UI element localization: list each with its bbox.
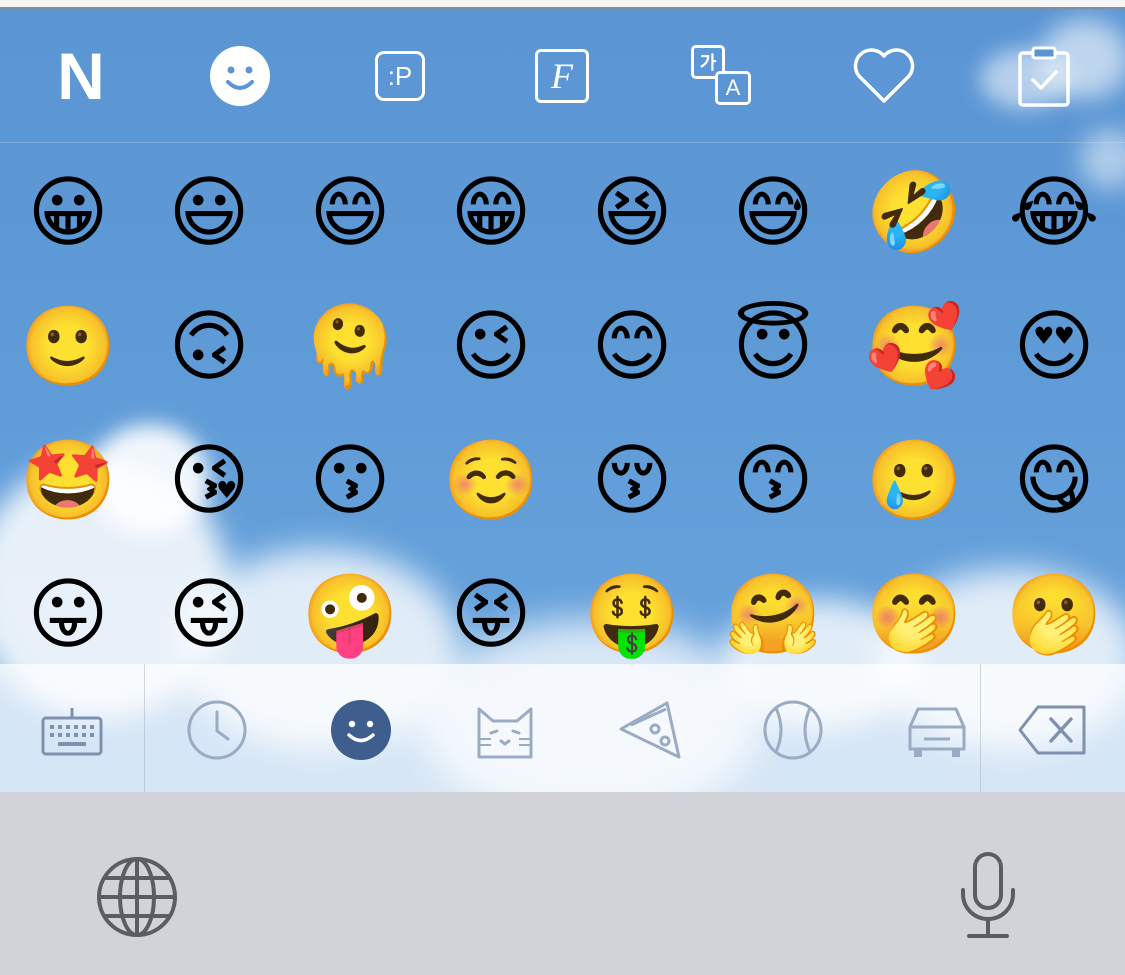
emoticon-label: :P [387, 60, 413, 91]
emoji-squinting[interactable]: 😆 [582, 163, 682, 263]
emoji-blush[interactable]: 😊 [582, 297, 682, 397]
font-label: F [551, 56, 573, 96]
emoji-wink-tongue[interactable]: 😜 [159, 565, 259, 665]
emoticon-icon: :P [375, 51, 425, 101]
category-recent[interactable] [182, 698, 252, 762]
globe-icon [97, 857, 177, 937]
translate-en-label: A [725, 75, 741, 100]
emoji-heart-eyes[interactable]: 😍 [1004, 297, 1104, 397]
emoji-rofl[interactable]: 🤣 [864, 163, 964, 263]
emoji-kissing-smiling-eyes[interactable]: 😙 [723, 431, 823, 531]
baseball-icon [763, 700, 823, 760]
globe-button[interactable] [92, 852, 182, 942]
emoji-hand-over-mouth[interactable]: 🤭 [864, 565, 964, 665]
emoji-star-struck[interactable]: 🤩 [18, 431, 118, 531]
category-divider-left [144, 664, 145, 792]
naver-logo: N [57, 39, 105, 113]
emoji-yum[interactable]: 😋 [1004, 431, 1104, 531]
car-icon [908, 707, 966, 757]
emoji-sweat-smile[interactable]: 😅 [723, 163, 823, 263]
font-mode-button[interactable]: F [528, 42, 596, 110]
translate-en-box: A [715, 71, 751, 105]
emoji-slight-smile[interactable]: 🙂 [18, 297, 118, 397]
translate-button[interactable]: 가 A [688, 42, 756, 110]
emoji-melting[interactable]: 🫠 [300, 297, 400, 397]
emoticon-mode-button[interactable]: :P [366, 42, 434, 110]
emoji-kissing[interactable]: 😗 [300, 431, 400, 531]
top-border [0, 0, 1125, 9]
emoji-kissing-heart[interactable]: 😘 [159, 431, 259, 531]
category-divider-right [980, 664, 981, 792]
emoji-hugging[interactable]: 🤗 [723, 565, 823, 665]
emoji-squint-tongue[interactable]: 😝 [441, 565, 541, 665]
clipboard-button[interactable] [1010, 42, 1078, 110]
category-smileys[interactable] [326, 698, 396, 762]
emoji-joy[interactable]: 😂 [1004, 163, 1104, 263]
emoji-grid: 😀 😃 😄 😁 😆 😅 🤣 😂 🙂 🙃 🫠 😉 😊 😇 🥰 😍 🤩 😘 😗 ☺️… [0, 143, 1125, 664]
emoji-upside-down[interactable]: 🙃 [159, 297, 259, 397]
emoji-grinning-big-eyes[interactable]: 😃 [159, 163, 259, 263]
emoji-relaxed[interactable]: ☺️ [441, 431, 541, 531]
emoji-open-eyes-hand-over-mouth[interactable]: 🫢 [1004, 565, 1104, 665]
emoji-beaming[interactable]: 😁 [441, 163, 541, 263]
delete-button[interactable] [1018, 698, 1088, 762]
emoji-keyboard: N :P F 가 A 😀 😃 😄 😁 😆 😅 🤣 😂 🙂 🙃 🫠 😉 😊 😇 🥰… [0, 0, 1125, 975]
emoji-wink[interactable]: 😉 [441, 297, 541, 397]
emoji-mode-button[interactable] [206, 42, 274, 110]
cat-icon [477, 707, 533, 759]
top-toolbar: N :P F 가 A [0, 9, 1125, 143]
emoji-smiling-hearts[interactable]: 🥰 [864, 297, 964, 397]
category-food[interactable] [614, 698, 684, 762]
emoji-tongue[interactable]: 😛 [18, 565, 118, 665]
smiley-selected-icon [331, 700, 391, 760]
emoji-money-mouth[interactable]: 🤑 [582, 565, 682, 665]
emoji-innocent[interactable]: 😇 [723, 297, 823, 397]
category-travel[interactable] [902, 698, 972, 762]
pizza-icon [619, 701, 681, 759]
emoji-zany[interactable]: 🤪 [300, 565, 400, 665]
emoji-smiling-tear[interactable]: 🥲 [864, 431, 964, 531]
translate-ko-label: 가 [699, 53, 717, 74]
translate-icon: 가 A [691, 45, 753, 107]
microphone-icon [961, 852, 1015, 938]
font-icon: F [535, 49, 589, 103]
category-activity[interactable] [758, 698, 828, 762]
system-bar [0, 792, 1125, 975]
clipboard-icon [1018, 46, 1070, 107]
category-bar [0, 664, 1125, 792]
backspace-icon [1018, 705, 1086, 755]
keyboard-icon [41, 708, 103, 756]
emoji-grinning-smiling-eyes[interactable]: 😄 [300, 163, 400, 263]
category-animals[interactable] [470, 698, 540, 762]
favorites-button[interactable] [850, 42, 918, 110]
emoji-kissing-closed-eyes[interactable]: 😚 [582, 431, 682, 531]
naver-logo-button[interactable]: N [46, 39, 114, 113]
heart-icon [853, 48, 915, 103]
keyboard-button[interactable] [37, 698, 107, 762]
smiley-filled-icon [210, 46, 270, 106]
microphone-button[interactable] [945, 847, 1031, 943]
emoji-grinning[interactable]: 😀 [18, 163, 118, 263]
clock-icon [187, 700, 247, 760]
